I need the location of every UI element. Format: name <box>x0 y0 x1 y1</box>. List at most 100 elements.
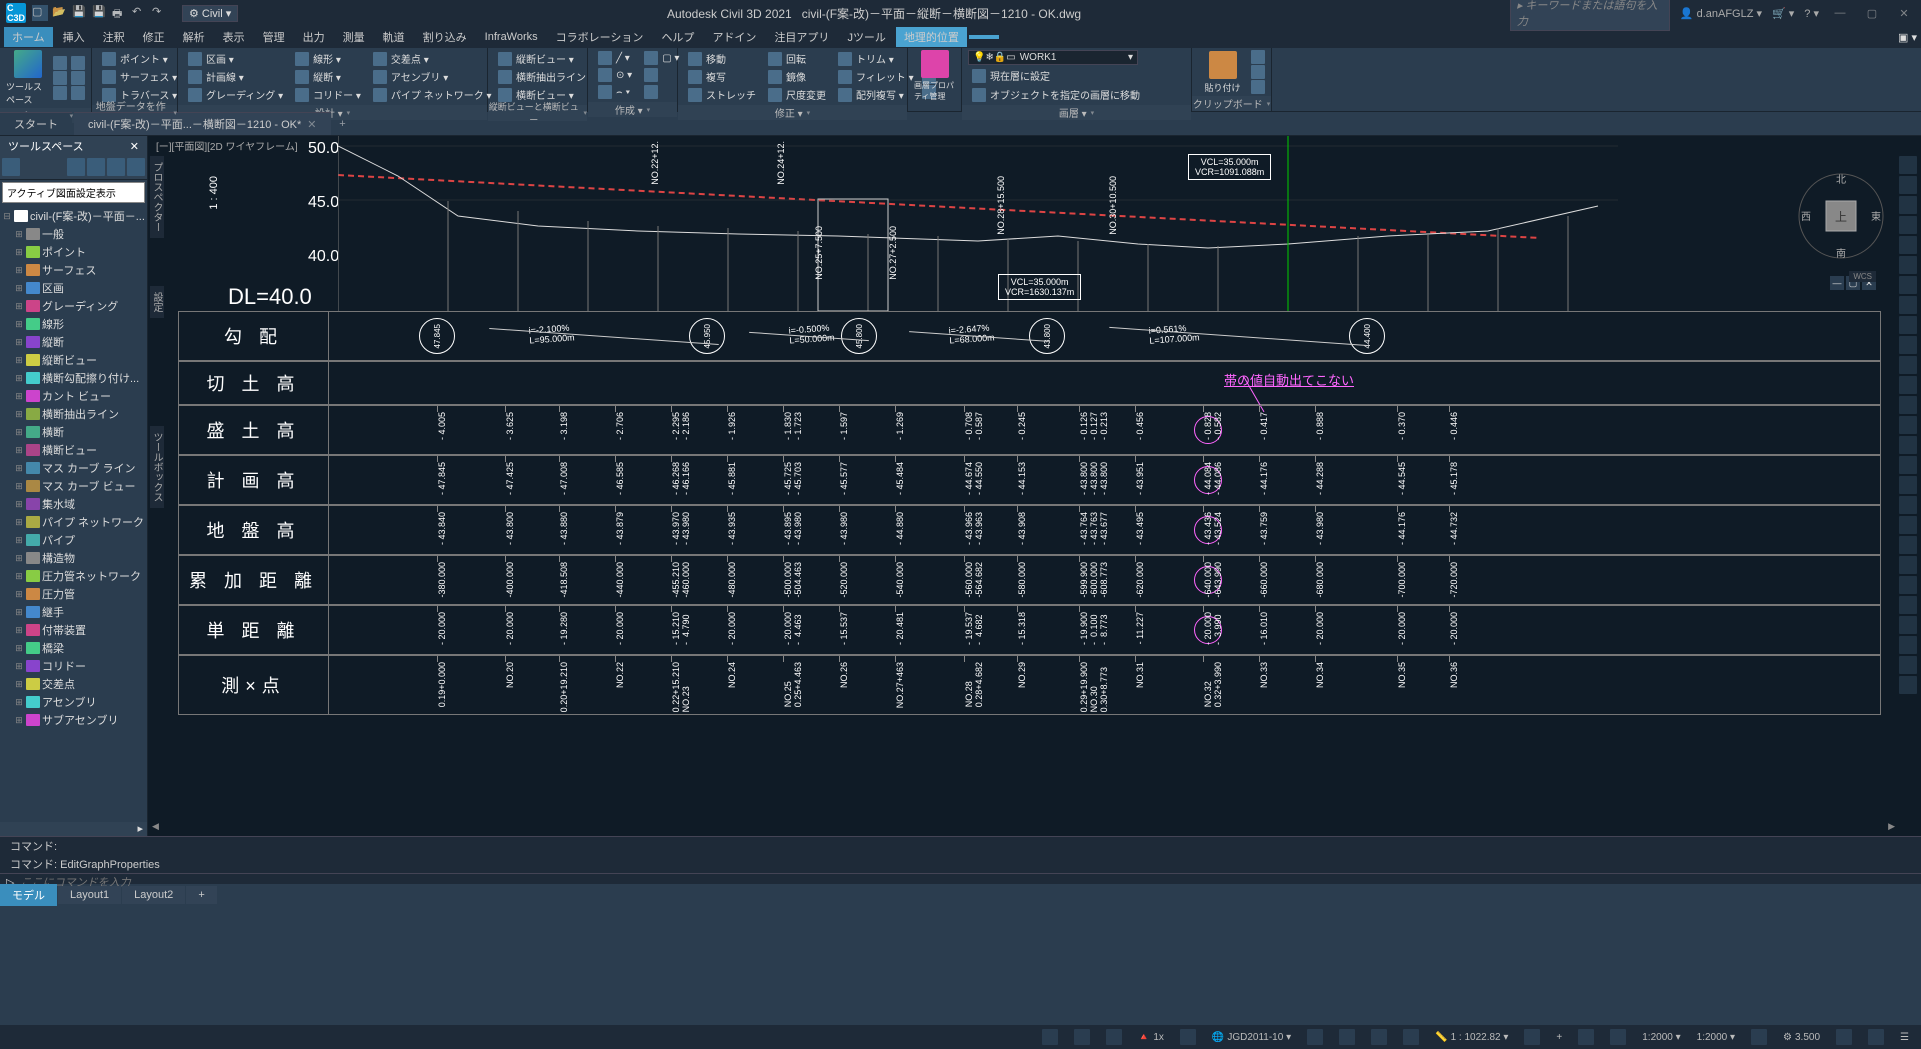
tree-item[interactable]: ⊞交差点 <box>2 675 145 693</box>
corridor-button[interactable]: コリドー ▾ <box>291 86 365 103</box>
draw-button[interactable] <box>640 84 683 100</box>
tab-home[interactable]: ホーム <box>4 27 53 47</box>
nav-icon[interactable] <box>1899 456 1917 474</box>
tab-manage[interactable]: 管理 <box>255 27 293 47</box>
nav-icon[interactable] <box>1899 616 1917 634</box>
close-button[interactable]: ✕ <box>1893 2 1915 24</box>
rotate-button[interactable]: 回転 <box>764 50 830 67</box>
tab-transparent[interactable]: 割り込み <box>415 27 475 47</box>
sb-icon[interactable] <box>1335 1029 1359 1045</box>
nav-icon[interactable] <box>1899 256 1917 274</box>
saveas-icon[interactable]: 💾 <box>92 5 108 21</box>
tree-item[interactable]: ⊞継手 <box>2 603 145 621</box>
tree-item[interactable]: ⊞線形 <box>2 315 145 333</box>
move-button[interactable]: 移動 <box>684 50 760 67</box>
sb-icon[interactable] <box>1574 1029 1598 1045</box>
tab-geolocation[interactable]: 地理的位置 <box>896 27 967 47</box>
sb-icon[interactable] <box>1038 1029 1062 1045</box>
maximize-button[interactable]: ▢ <box>1861 2 1883 24</box>
sb-scale-x[interactable]: 🔺 1x <box>1134 1032 1168 1043</box>
points-button[interactable]: ポイント ▾ <box>98 50 181 67</box>
tab-rail[interactable]: 軌道 <box>375 27 413 47</box>
settings-tab[interactable]: 設定 <box>150 286 164 318</box>
nav-icon[interactable] <box>1899 496 1917 514</box>
draw-button[interactable]: ⊙ ▾ <box>594 67 636 83</box>
tree-item[interactable]: ⊞ポイント <box>2 243 145 261</box>
nav-icon[interactable] <box>1899 316 1917 334</box>
redo-icon[interactable]: ↷ <box>152 5 168 21</box>
tree-item[interactable]: ⊞マス カーブ ライン <box>2 459 145 477</box>
nav-icon[interactable] <box>1899 276 1917 294</box>
tab-contextual[interactable] <box>969 35 999 39</box>
tab-start[interactable]: スタート <box>0 112 72 135</box>
sampleline-button[interactable]: 横断抽出ライン <box>494 68 590 85</box>
palette-icon[interactable] <box>71 71 85 85</box>
help-icon[interactable]: ? ▾ <box>1804 7 1819 20</box>
tab-modify[interactable]: 修正 <box>135 27 173 47</box>
stretch-button[interactable]: ストレッチ <box>684 86 760 103</box>
nav-icon[interactable] <box>1899 176 1917 194</box>
tree-item[interactable]: ⊞区画 <box>2 279 145 297</box>
sb-icon[interactable] <box>1367 1029 1391 1045</box>
tab-infraworks[interactable]: InfraWorks <box>477 29 546 45</box>
layerprops-button[interactable]: 画層プロパティ管理 <box>914 50 955 102</box>
tab-analyze[interactable]: 解析 <box>175 27 213 47</box>
tab-help[interactable]: ヘルプ <box>653 27 702 47</box>
close-icon[interactable]: ✕ <box>130 140 139 153</box>
sb-icon[interactable] <box>1399 1029 1423 1045</box>
array-button[interactable]: 配列複写 ▾ <box>834 86 918 103</box>
app-logo[interactable]: CC3D <box>6 3 26 23</box>
tree-item[interactable]: ⊞縦断 <box>2 333 145 351</box>
panel-label[interactable]: 修正 ▾ <box>678 105 907 120</box>
nav-icon[interactable] <box>1899 376 1917 394</box>
model-tab[interactable]: モデル <box>0 884 57 906</box>
new-tab-button[interactable]: + <box>333 118 353 130</box>
sb-menu-icon[interactable]: ☰ <box>1896 1032 1913 1043</box>
layout2-tab[interactable]: Layout2 <box>122 886 185 904</box>
nav-icon[interactable] <box>1899 576 1917 594</box>
scale-button[interactable]: 尺度変更 <box>764 86 830 103</box>
tree-item[interactable]: ⊞横断 <box>2 423 145 441</box>
paste-button[interactable]: 貼り付け <box>1198 51 1247 94</box>
tab-featured[interactable]: 注目アプリ <box>766 27 837 47</box>
nav-icon[interactable] <box>1899 476 1917 494</box>
tab-survey[interactable]: 測量 <box>335 27 373 47</box>
tree-item[interactable]: ⊞パイプ <box>2 531 145 549</box>
tree-item[interactable]: ⊞付帯装置 <box>2 621 145 639</box>
profileview-button[interactable]: 縦断ビュー ▾ <box>494 50 590 67</box>
sb-jgd[interactable]: 🌐 JGD2011-10 ▾ <box>1208 1032 1295 1043</box>
layer-selector[interactable]: 💡❄🔒▭ WORK1▾ <box>968 50 1138 65</box>
copy-icon[interactable] <box>1251 65 1265 79</box>
sb-icon[interactable] <box>1102 1029 1126 1045</box>
tree-item[interactable]: ⊞アセンブリ <box>2 693 145 711</box>
workspace-selector[interactable]: ⚙ Civil ▾ <box>182 5 238 22</box>
match-icon[interactable] <box>1251 80 1265 94</box>
tab-annotate[interactable]: 注釈 <box>95 27 133 47</box>
toolbox-tab[interactable]: ツールボックス <box>150 426 164 508</box>
nav-icon[interactable] <box>1899 536 1917 554</box>
tab-view[interactable]: 表示 <box>215 27 253 47</box>
palette-icon[interactable] <box>71 86 85 100</box>
ts-icon[interactable] <box>87 158 105 176</box>
tree-item[interactable]: ⊞一般 <box>2 225 145 243</box>
settings-tree[interactable]: ⊟civil-(F案-改)－平面－... ⊞一般⊞ポイント⊞サーフェス⊞区画⊞グ… <box>0 205 147 822</box>
tab-output[interactable]: 出力 <box>295 27 333 47</box>
sb-ratio[interactable]: ⚙ 3.500 <box>1779 1032 1824 1043</box>
tab-addin[interactable]: アドイン <box>704 27 764 47</box>
signin-button[interactable]: 👤 d.anAFGLZ ▾ <box>1680 7 1762 20</box>
nav-icon[interactable] <box>1899 216 1917 234</box>
nav-icon[interactable] <box>1899 236 1917 254</box>
add-layout-button[interactable]: + <box>186 886 216 904</box>
tab-jtool[interactable]: Jツール <box>839 27 894 47</box>
sb-icon[interactable] <box>1303 1029 1327 1045</box>
profile-button[interactable]: 縦断 ▾ <box>291 68 365 85</box>
intersection-button[interactable]: 交差点 ▾ <box>369 50 496 67</box>
tree-item[interactable]: ⊞橋梁 <box>2 639 145 657</box>
ts-icon[interactable] <box>2 158 20 176</box>
parcel-button[interactable]: 区画 ▾ <box>184 50 287 67</box>
tree-item[interactable]: ⊞横断抽出ライン <box>2 405 145 423</box>
trim-button[interactable]: トリム ▾ <box>834 50 918 67</box>
tree-item[interactable]: ⊞グレーディング <box>2 297 145 315</box>
ribbon-collapse-icon[interactable]: ▣ ▾ <box>1898 31 1917 44</box>
sb-icon[interactable] <box>1747 1029 1771 1045</box>
